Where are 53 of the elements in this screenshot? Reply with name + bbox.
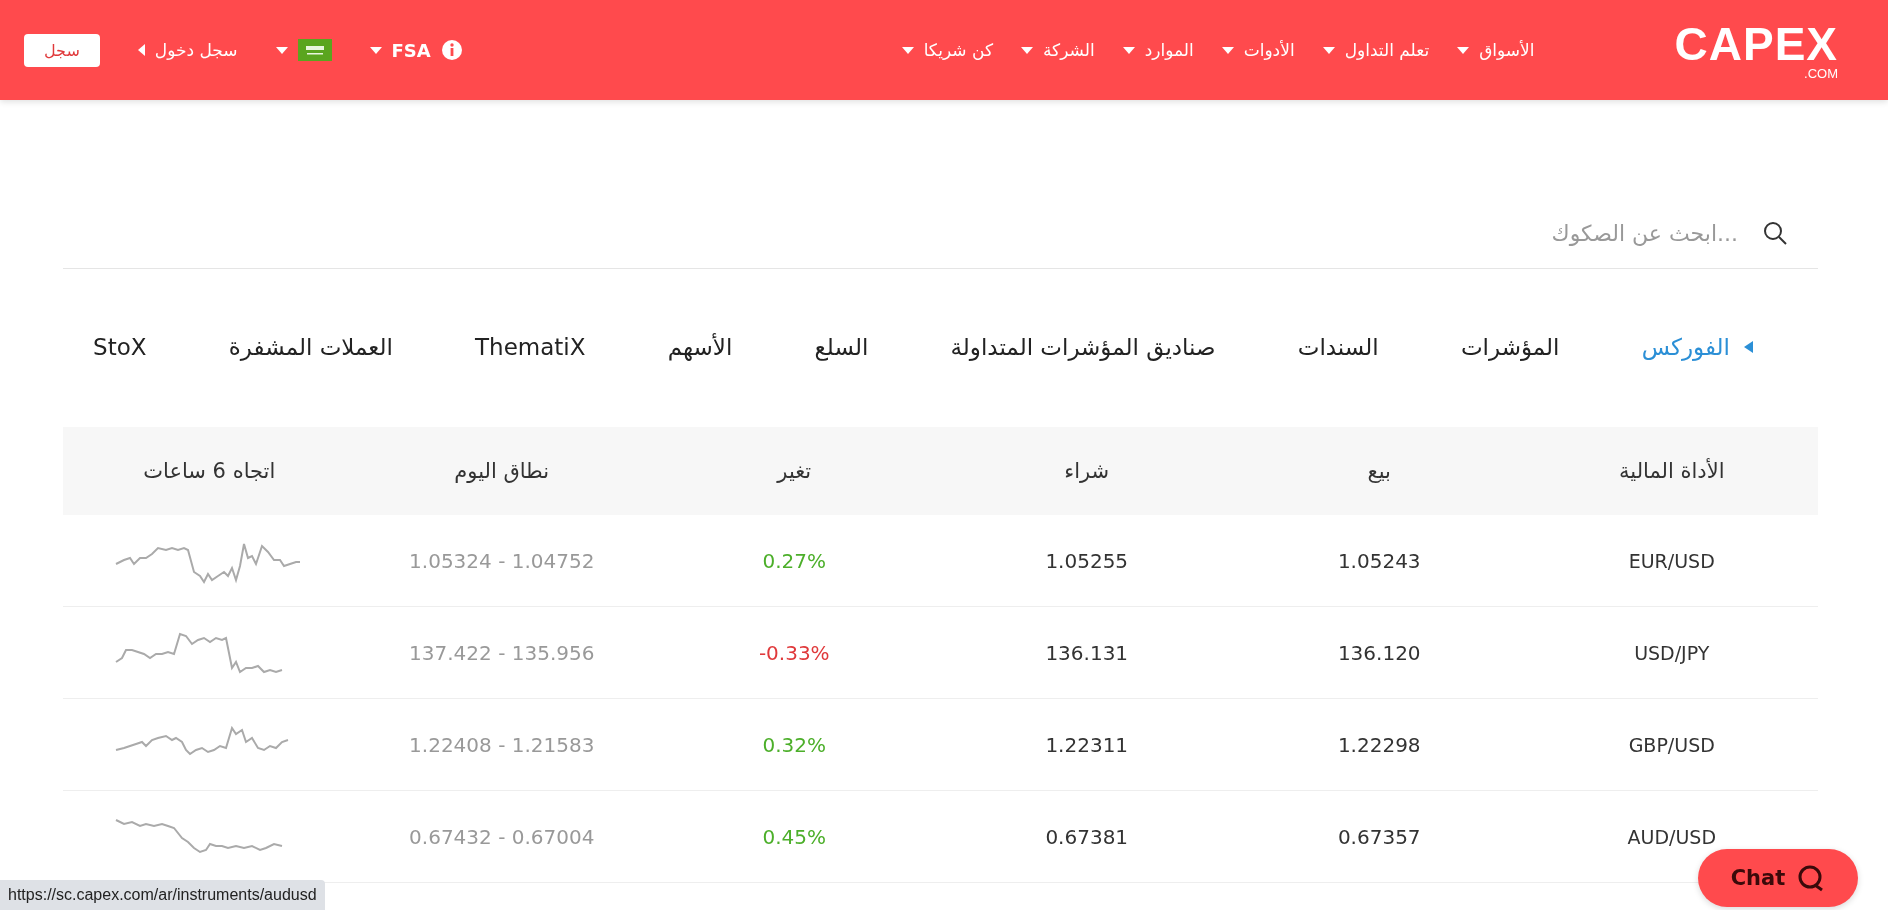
instrument-link[interactable]: USD/JPY [1634,641,1710,664]
status-bar-url: https://sc.capex.com/ar/instruments/audusd [0,880,325,910]
category-tab[interactable]: StoX [93,334,147,360]
language-menu[interactable] [275,39,332,61]
column-header: نطاق اليوم [453,459,551,483]
column-header: تغير [775,459,813,483]
search-icon [1762,220,1788,246]
category-tab[interactable]: الأسهم [667,334,733,360]
category-tab[interactable]: المؤشرات [1460,334,1560,360]
caret-icon [901,46,914,54]
instrument-link[interactable]: AUD/USD [1627,825,1717,848]
caret-icon [369,46,382,54]
caret-icon [1457,46,1470,54]
register-button[interactable]: سجل [24,33,100,67]
change-value: -0.33% [758,640,830,665]
search-field[interactable]: ...ابحث عن الصكوك [1136,219,1740,247]
flag-icon [297,39,332,61]
instrument-link[interactable]: GBP/USD [1628,733,1715,756]
caret-icon [275,46,288,54]
sell-price: 0.67357 [1337,824,1421,849]
category-tab[interactable]: ThematiX [475,334,586,360]
sell-price: 1.05243 [1337,548,1421,573]
buy-price: 0.67381 [1045,824,1129,849]
column-header: شراء [1063,459,1111,483]
sell-price: 136.120 [1337,640,1421,665]
info-icon [440,39,463,61]
arrow-left-icon [137,44,145,56]
change-value: 0.27% [762,548,827,573]
instrument-link[interactable]: EUR/USD [1628,549,1715,572]
day-range: 1.05324 - 1.04752 [409,548,595,573]
category-tab[interactable]: العملات المشفرة [228,334,393,360]
caret-icon [1322,46,1335,54]
caret-icon [1021,46,1033,54]
column-header: الأداة المالية [1618,459,1726,483]
buy-price: 1.22311 [1045,732,1129,757]
caret-icon [1221,46,1234,54]
buy-price: 1.05255 [1045,548,1129,573]
category-tab[interactable]: صناديق المؤشرات المتداولة [950,334,1216,360]
day-range: 1.22408 - 1.21583 [409,732,595,757]
chat-button[interactable]: Chat [1698,849,1858,907]
category-tab[interactable]: الفوركس [1641,334,1753,360]
category-tab[interactable]: السندات [1297,334,1379,360]
caret-icon [1122,46,1135,54]
day-range: 137.422 - 135.956 [409,640,595,665]
category-tab[interactable]: السلع [814,334,869,360]
change-value: 0.32% [762,732,827,757]
column-header: اتجاه 6 ساعات [142,459,277,483]
buy-price: 136.131 [1045,640,1129,665]
change-value: 0.45% [762,824,827,849]
sell-price: 1.22298 [1337,732,1421,757]
column-header: بيع [1366,459,1392,483]
day-range: 0.67432 - 0.67004 [409,824,595,849]
arrow-left-icon [1744,341,1753,353]
